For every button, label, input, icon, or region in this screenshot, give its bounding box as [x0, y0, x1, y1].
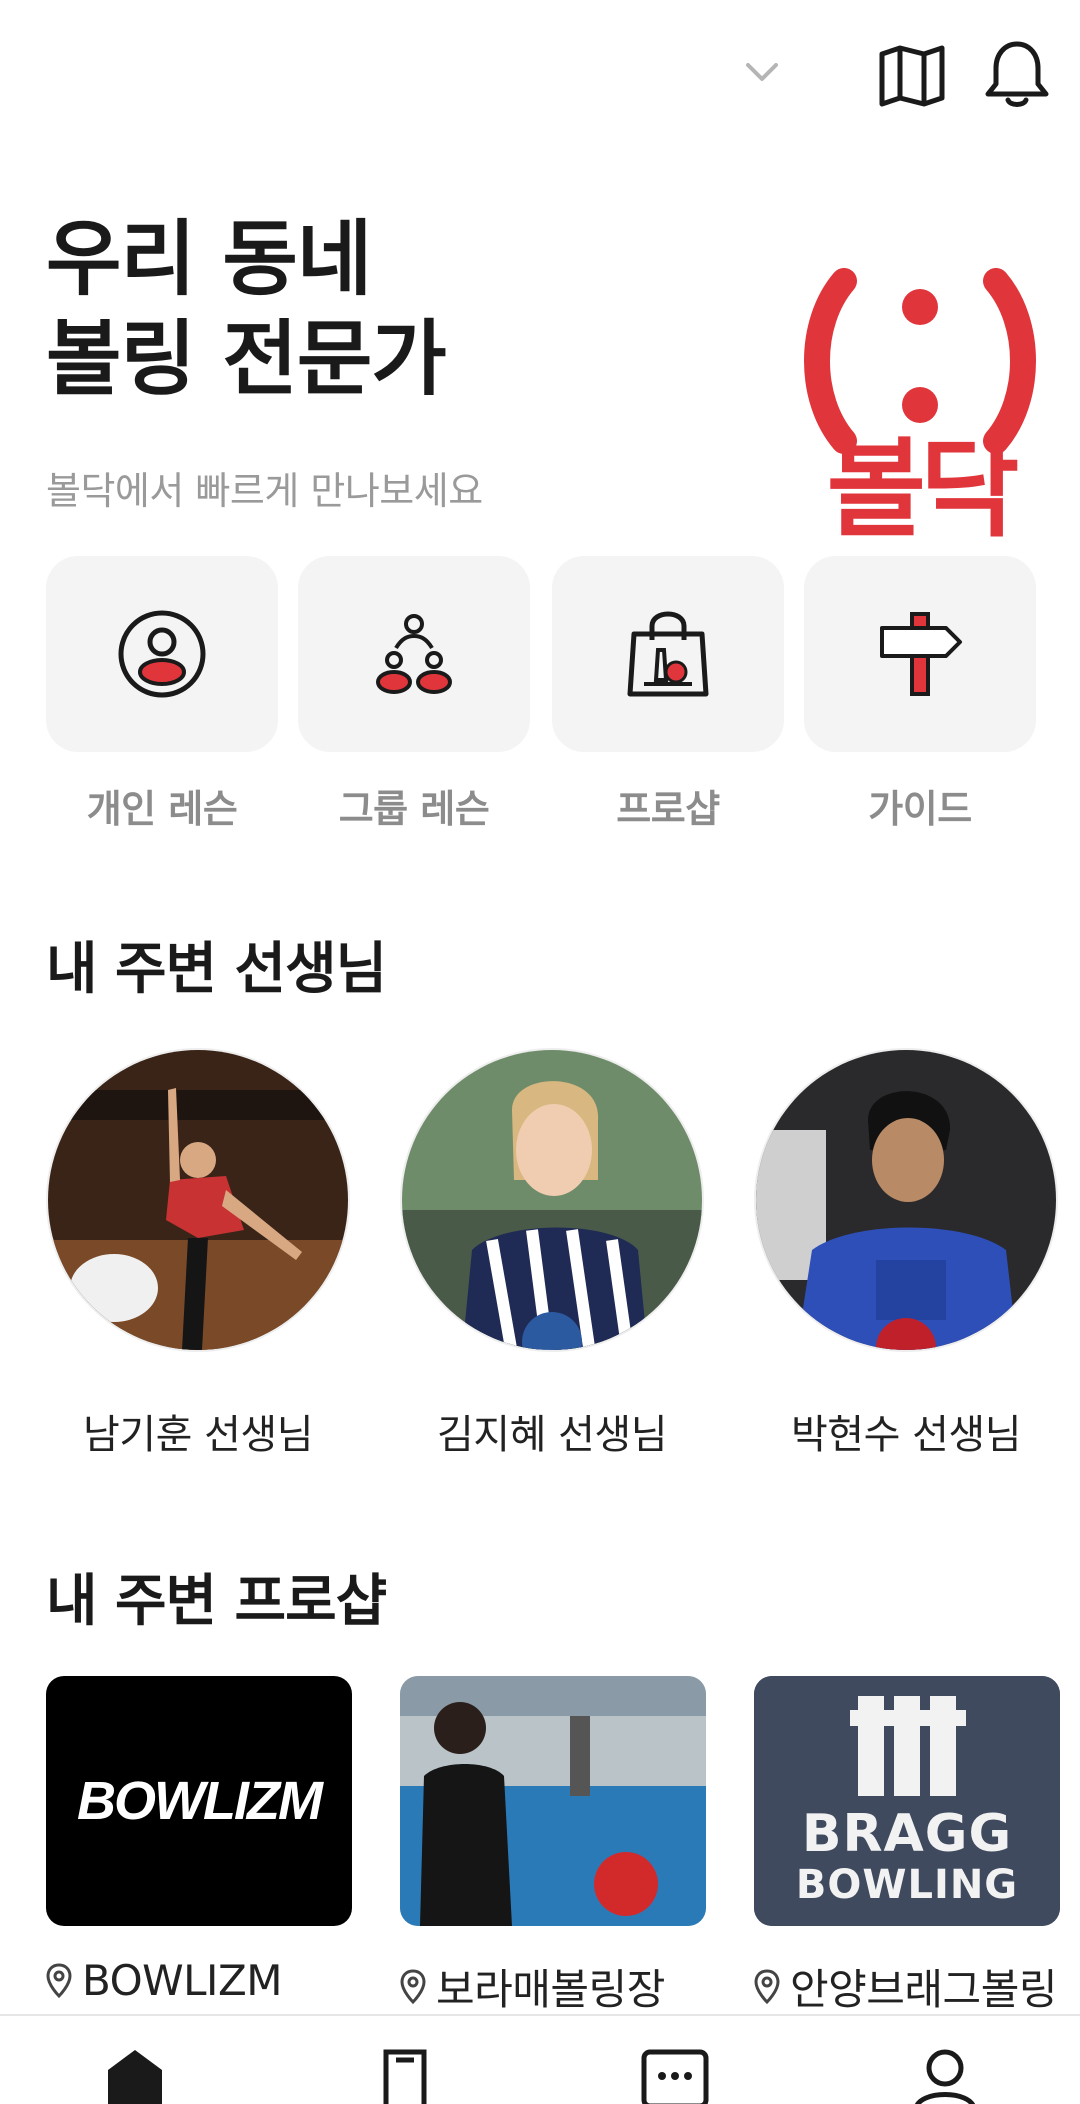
map-icon[interactable]: [878, 44, 946, 108]
quick-item-proshop[interactable]: 프로샵: [552, 556, 784, 833]
home-icon[interactable]: [100, 2046, 170, 2104]
proshop-logo-line2: BOWLING: [795, 1862, 1019, 1908]
chat-icon[interactable]: [640, 2046, 710, 2104]
hero-title-line2: 볼링 전문가: [46, 312, 447, 407]
hero-subtitle: 볼닥에서 빠르게 만나보세요: [46, 469, 483, 513]
location-pin-icon: [46, 1962, 72, 1998]
quick-item-label: 가이드: [868, 787, 972, 831]
quick-item-label: 개인 레슨: [86, 787, 238, 831]
quick-item-guide[interactable]: 가이드: [804, 556, 1036, 833]
quick-item-group-lesson[interactable]: 그룹 레슨: [298, 556, 530, 833]
proshop-name: 안양브래그볼링: [790, 1965, 1057, 2014]
top-bar: [0, 0, 1080, 150]
proshop-card[interactable]: BRAGG BOWLING 안양브래그볼링: [754, 1676, 1060, 2014]
bottom-tab-bar: [0, 2014, 1080, 2104]
person-icon: [118, 610, 206, 698]
proshop-name-row: 보라매볼링장: [400, 1956, 706, 2014]
proshop-name-row: 안양브래그볼링: [754, 1956, 1060, 2014]
teacher-card[interactable]: 남기훈 선생님: [46, 1048, 350, 1460]
quick-item-label: 프로샵: [616, 787, 720, 831]
teacher-name: 박현수 선생님: [790, 1412, 1022, 1458]
teacher-name: 김지혜 선생님: [436, 1412, 668, 1458]
quick-item-label: 그룹 레슨: [338, 787, 490, 831]
teachers-section-title: 내 주변 선생님: [46, 937, 387, 1002]
proshop-name-row: BOWLIZM: [46, 1956, 352, 2005]
teacher-photo[interactable]: [46, 1048, 350, 1352]
proshop-card[interactable]: 보라매볼링장: [400, 1676, 706, 2014]
chevron-down-icon[interactable]: [740, 50, 784, 94]
proshop-card[interactable]: BOWLIZM BOWLIZM: [46, 1676, 352, 2005]
quick-item-box[interactable]: [804, 556, 1036, 752]
quick-item-box[interactable]: [298, 556, 530, 752]
shopping-bag-icon: [627, 611, 709, 697]
proshop-logo-text: BOWLIZM: [77, 1771, 323, 1831]
teacher-list[interactable]: 남기훈 선생님 김지혜 선생님 박현수 선생님: [0, 1048, 1080, 1468]
hero-title-line1: 우리 동네: [46, 212, 372, 307]
teacher-photo[interactable]: [754, 1048, 1058, 1352]
proshop-section-title: 내 주변 프로샵: [46, 1569, 387, 1634]
proshop-name: 보라매볼링장: [436, 1965, 665, 2014]
proshop-logo-line1: BRAGG: [801, 1804, 1013, 1864]
proshop-photo[interactable]: BRAGG BOWLING: [754, 1676, 1060, 1926]
brand-logo-text: 볼닥: [826, 427, 1020, 552]
quick-item-box[interactable]: [46, 556, 278, 752]
teacher-name: 남기훈 선생님: [82, 1412, 314, 1458]
teacher-photo[interactable]: [400, 1048, 704, 1352]
signpost-icon: [880, 612, 962, 696]
quick-item-box[interactable]: [552, 556, 784, 752]
bookmark-icon[interactable]: [370, 2046, 440, 2104]
proshop-name: BOWLIZM: [82, 1956, 282, 2005]
bell-icon[interactable]: [982, 38, 1052, 110]
profile-icon[interactable]: [910, 2046, 980, 2104]
quick-item-personal-lesson[interactable]: 개인 레슨: [46, 556, 278, 833]
teacher-card[interactable]: 박현수 선생님: [754, 1048, 1058, 1460]
location-pin-icon: [754, 1968, 780, 2004]
proshop-photo[interactable]: BOWLIZM: [46, 1676, 352, 1926]
proshop-list[interactable]: BOWLIZM BOWLIZM 보라매볼링장 BRAGG BOWLING 안양브…: [0, 1676, 1080, 2014]
hero-title: 우리 동네 볼링 전문가: [46, 210, 447, 410]
teacher-card[interactable]: 김지혜 선생님: [400, 1048, 704, 1460]
group-icon: [376, 614, 452, 694]
proshop-photo[interactable]: [400, 1676, 706, 1926]
location-pin-icon: [400, 1968, 426, 2004]
